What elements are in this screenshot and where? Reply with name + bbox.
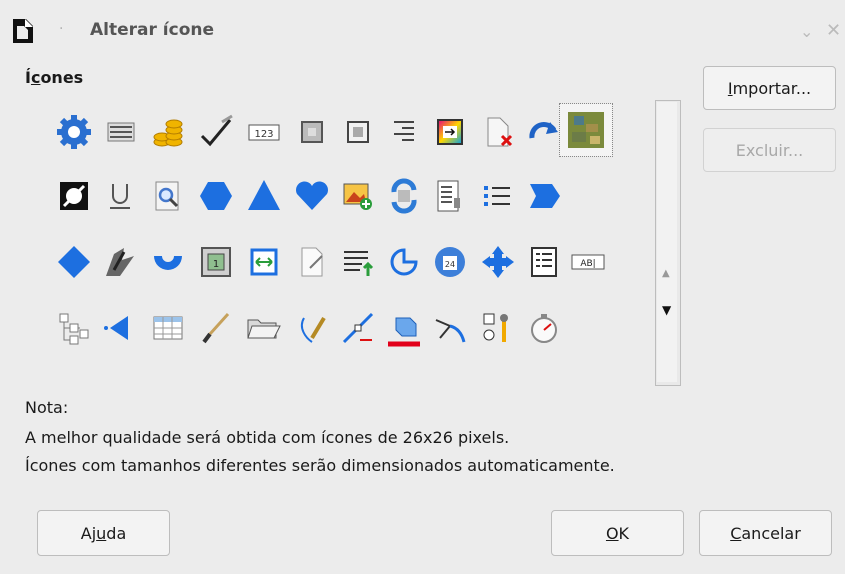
- line-edit-icon[interactable]: [332, 302, 384, 354]
- coins-icon[interactable]: [142, 106, 194, 158]
- number-123-icon[interactable]: 123: [238, 106, 290, 158]
- svg-text:24: 24: [445, 260, 455, 269]
- frame-icon[interactable]: [286, 106, 338, 158]
- note-line-2: Ícones com tamanhos diferentes serão dim…: [25, 456, 615, 475]
- document-delete-icon[interactable]: [472, 106, 524, 158]
- arrow-left-icon[interactable]: [94, 302, 146, 354]
- underline-icon[interactable]: [94, 170, 146, 222]
- document-list-icon[interactable]: [424, 170, 476, 222]
- ok-button[interactable]: OK: [551, 510, 684, 556]
- insert-image-icon[interactable]: [332, 170, 384, 222]
- svg-text:123: 123: [254, 129, 273, 140]
- close-icon[interactable]: ✕: [826, 20, 841, 41]
- gradient-arrow-icon[interactable]: [424, 106, 476, 158]
- minimize-icon[interactable]: ⌄: [800, 22, 813, 41]
- refresh-icon[interactable]: [378, 170, 430, 222]
- settings-gear-icon[interactable]: [48, 106, 100, 158]
- paint-brush-icon[interactable]: [190, 302, 242, 354]
- bullet-list-icon[interactable]: [472, 170, 524, 222]
- move-arrows-icon[interactable]: [472, 236, 524, 288]
- svg-text:1: 1: [213, 259, 219, 270]
- heart-icon[interactable]: [286, 170, 338, 222]
- fit-width-icon[interactable]: [238, 236, 290, 288]
- hexagon-icon[interactable]: [190, 170, 242, 222]
- note-title: Nota:: [25, 398, 69, 417]
- brush-check-icon[interactable]: [190, 106, 242, 158]
- pen-icon[interactable]: [286, 302, 338, 354]
- delete-button[interactable]: Excluir...: [703, 128, 836, 172]
- chevron-shape-icon[interactable]: [518, 170, 570, 222]
- no-fill-icon[interactable]: [48, 170, 100, 222]
- scroll-up-icon[interactable]: ▲: [662, 268, 670, 279]
- insert-lines-icon[interactable]: [332, 236, 384, 288]
- wrench-control-icon[interactable]: [472, 302, 524, 354]
- svg-text:AB|: AB|: [580, 259, 595, 269]
- stopwatch-icon[interactable]: [518, 302, 570, 354]
- align-lines-icon[interactable]: [378, 106, 430, 158]
- app-logo-icon: [13, 19, 33, 43]
- arc-icon[interactable]: [142, 236, 194, 288]
- bezier-icon[interactable]: [424, 302, 476, 354]
- title-bar: · Alterar ícone ⌄ ✕: [0, 0, 845, 58]
- cancel-button[interactable]: Cancelar: [699, 510, 832, 556]
- diamond-icon[interactable]: [48, 236, 100, 288]
- square-icon[interactable]: [332, 106, 384, 158]
- table-icon[interactable]: [142, 302, 194, 354]
- document-edit-icon[interactable]: [286, 236, 338, 288]
- scroll-down-icon[interactable]: ▼: [662, 303, 671, 317]
- help-button[interactable]: Ajuda: [37, 510, 170, 556]
- triangle-icon[interactable]: [238, 170, 290, 222]
- tree-icon[interactable]: [48, 302, 100, 354]
- pie-arc-icon[interactable]: [378, 236, 430, 288]
- scrollbar-thumb[interactable]: [657, 102, 677, 382]
- zoom-icon[interactable]: [142, 170, 194, 222]
- icon-grid[interactable]: 123 1 24 AB|: [48, 103, 613, 372]
- image-thumbnail-icon[interactable]: [559, 103, 613, 157]
- icon-grid-scrollbar[interactable]: ▲ ▼: [655, 100, 681, 386]
- icons-heading: Ícones: [25, 68, 84, 87]
- title-separator: ·: [59, 21, 64, 37]
- zoom-page-icon[interactable]: 1: [190, 236, 242, 288]
- list-icon[interactable]: [94, 106, 146, 158]
- note-line-1: A melhor qualidade será obtida com ícone…: [25, 428, 510, 447]
- open-folder-icon[interactable]: [238, 302, 290, 354]
- box-red-bar-icon[interactable]: [378, 302, 430, 354]
- import-button[interactable]: Importar...: [703, 66, 836, 110]
- window-title: Alterar ícone: [90, 20, 215, 40]
- shadow-brush-icon[interactable]: [94, 236, 146, 288]
- calendar-gear-icon[interactable]: 24: [424, 236, 476, 288]
- text-field-icon[interactable]: AB|: [562, 236, 614, 288]
